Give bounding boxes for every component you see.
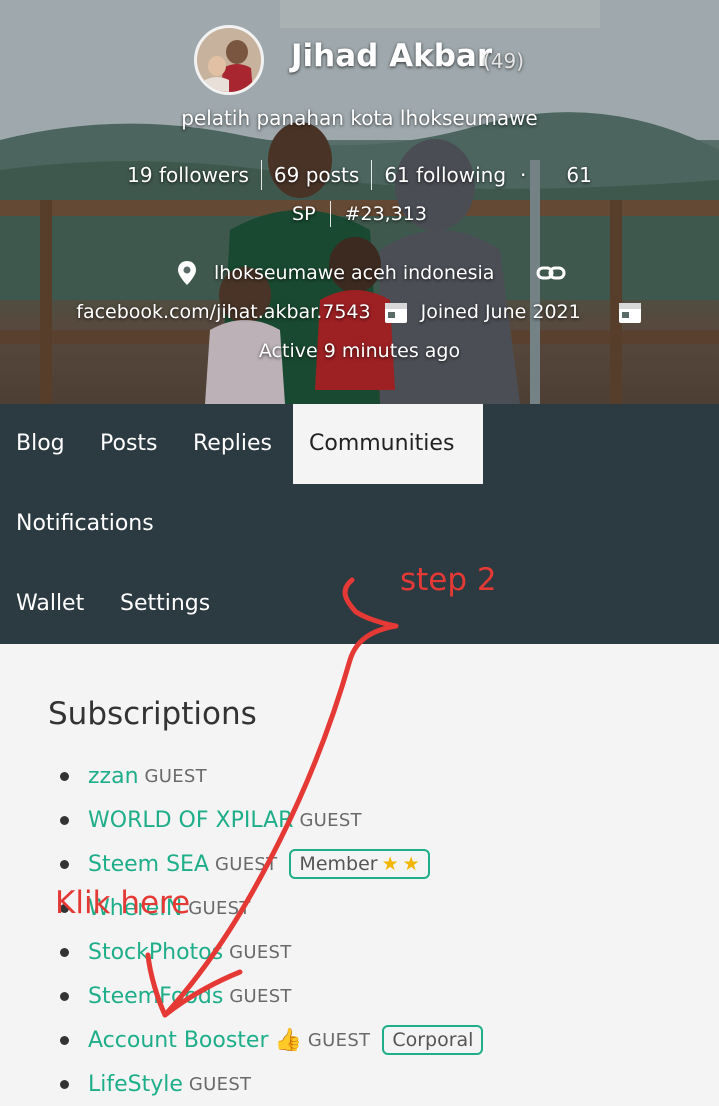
annotation-step-label: step 2 — [400, 562, 497, 598]
role-label: GUEST — [188, 897, 251, 919]
calendar-icon — [384, 303, 407, 323]
followers-link[interactable]: 19 followers — [117, 163, 259, 187]
list-item: zzan GUEST — [60, 754, 483, 798]
list-item: WORLD OF XPILAR GUEST — [60, 798, 483, 842]
following-link[interactable]: 61 following — [374, 163, 516, 187]
profile-location: lhokseumawe aceh indonesia — [176, 260, 566, 286]
thumbs-up-icon: 👍 — [274, 1027, 302, 1053]
profile-header: Jihad Akbar (49) pelatih panahan kota lh… — [0, 0, 719, 404]
role-label: GUEST — [144, 765, 207, 787]
profile-about: pelatih panahan kota lhokseumawe — [181, 106, 538, 130]
profile-page: Jihad Akbar (49) pelatih panahan kota lh… — [0, 0, 719, 1106]
divider — [371, 160, 373, 190]
bullet — [60, 815, 69, 825]
community-link[interactable]: WORLD OF XPILAR — [88, 808, 293, 833]
tab-replies[interactable]: Replies — [193, 404, 272, 484]
list-item: SteemFoods GUEST — [60, 974, 483, 1018]
community-link-account-booster[interactable]: Account Booster — [88, 1028, 269, 1053]
calendar-icon — [618, 303, 641, 323]
profile-links: facebook.com/jihat.akbar.7543 Joined Jun… — [0, 299, 719, 325]
tab-blog[interactable]: Blog — [16, 404, 65, 484]
title-badge: Corporal — [382, 1025, 484, 1055]
community-link[interactable]: StockPhotos — [88, 940, 223, 965]
tab-wallet[interactable]: Wallet — [16, 564, 84, 644]
bullet — [60, 991, 69, 1001]
profile-stats: 19 followers 69 posts 61 following · 61 — [0, 160, 719, 190]
divider — [260, 160, 262, 190]
profile-nav: Blog Posts Replies Communities Notificat… — [0, 404, 719, 644]
subscriptions-heading: Subscriptions — [48, 696, 257, 732]
link-icon — [536, 266, 566, 280]
rank: #23,313 — [344, 203, 427, 225]
list-item: Steem SEA GUEST Member ★ ★ — [60, 842, 483, 886]
tab-posts[interactable]: Posts — [100, 404, 158, 484]
role-label: GUEST — [229, 985, 292, 1007]
dot-separator: · — [520, 163, 527, 187]
divider — [329, 201, 331, 227]
bullet — [60, 947, 69, 957]
bullet — [60, 1035, 69, 1045]
community-link[interactable]: LifeStyle — [88, 1072, 183, 1097]
subscriptions-list: zzan GUEST WORLD OF XPILAR GUEST Steem S… — [60, 754, 484, 1106]
tab-notifications[interactable]: Notifications — [16, 484, 154, 564]
profile-name: Jihad Akbar — [291, 38, 493, 74]
title-badge: Member ★ ★ — [289, 849, 430, 879]
star-icon: ★ — [402, 853, 420, 875]
list-item: LifeStyle GUEST — [60, 1062, 483, 1106]
list-item: Account Booster 👍 GUEST Corporal — [60, 1018, 484, 1062]
location-pin-icon — [178, 261, 196, 285]
tab-communities[interactable]: Communities — [293, 404, 483, 484]
location-text: lhokseumawe aceh indonesia — [214, 262, 495, 284]
role-label: GUEST — [215, 853, 278, 875]
joined-date: Joined June 2021 — [420, 301, 581, 323]
role-label: GUEST — [229, 941, 292, 963]
avatar[interactable] — [194, 25, 264, 95]
badge-label: Member — [299, 853, 378, 875]
website-link[interactable]: facebook.com/jihat.akbar.7543 — [76, 301, 370, 323]
subscriptions-panel: Subscriptions zzan GUEST WORLD OF XPILAR… — [0, 644, 719, 1106]
tab-settings[interactable]: Settings — [120, 564, 210, 644]
annotation-click-label: Klik here — [55, 885, 191, 921]
sp-label: SP — [292, 203, 316, 225]
role-label: GUEST — [307, 1029, 371, 1051]
community-link[interactable]: SteemFoods — [88, 984, 223, 1009]
last-active: Active 9 minutes ago — [258, 340, 461, 362]
role-label: GUEST — [188, 1073, 252, 1095]
star-icon: ★ — [381, 853, 399, 875]
community-link[interactable]: Steem SEA — [88, 852, 209, 877]
bullet — [60, 771, 69, 781]
list-item: StockPhotos GUEST — [60, 930, 483, 974]
role-label: GUEST — [299, 809, 362, 831]
bullet — [60, 1079, 69, 1089]
community-link[interactable]: zzan — [88, 764, 139, 789]
posts-count: 69 posts — [273, 163, 360, 187]
sp-value: 61 — [566, 163, 592, 187]
profile-stats-secondary: SP #23,313 — [0, 201, 719, 227]
reputation-score: (49) — [483, 49, 525, 73]
bullet — [60, 859, 69, 869]
